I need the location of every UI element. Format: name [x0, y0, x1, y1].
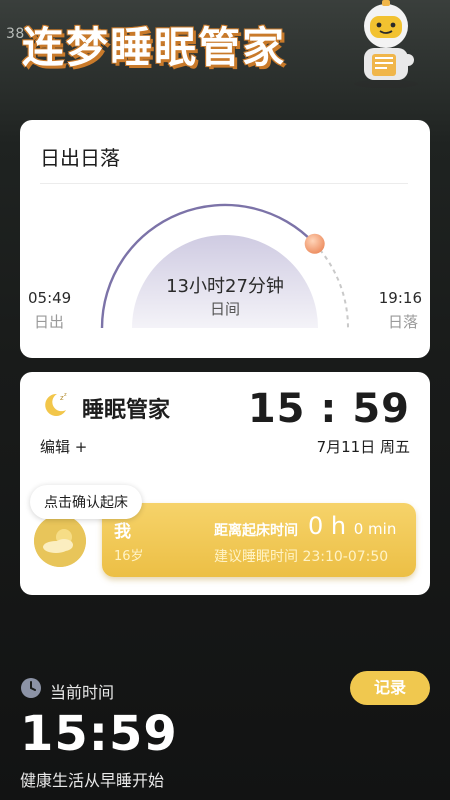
wake-countdown-value: 0 h 0 min	[308, 512, 396, 540]
edit-button[interactable]: 编辑 +	[40, 436, 87, 457]
current-time: 15:59	[20, 706, 178, 762]
wake-hours: 0 h	[308, 512, 347, 540]
sunset-label: 日落	[387, 313, 418, 331]
confirm-wake-button[interactable]: 点击确认起床	[30, 485, 142, 519]
day-length-label: 日间	[209, 300, 240, 318]
wake-minutes: 0 min	[353, 520, 397, 538]
sun-position-icon	[304, 233, 325, 254]
weather-avatar-icon[interactable]	[34, 515, 86, 567]
current-time-label: 当前时间	[50, 683, 115, 702]
clock-icon	[21, 678, 41, 698]
app-title: 连梦睡眠管家	[22, 23, 287, 72]
moon-icon: z z	[45, 392, 67, 416]
sunrise-time: 05:49	[28, 289, 72, 307]
sleep-manager-card: z z 睡眠管家 15 : 59 编辑 + 7月11日 周五 我 16岁 距离起…	[20, 372, 430, 595]
date-text: 7月11日 周五	[316, 438, 410, 456]
svg-text:z: z	[64, 392, 67, 398]
sun-arc-diagram	[100, 203, 349, 329]
user-sleep-banner[interactable]: 我 16岁 距离起床时间 0 h 0 min 建议睡眠时间 23:10-07:5…	[102, 503, 416, 577]
robot-mascot-icon	[354, 0, 418, 88]
bedtime-suggestion: 建议睡眠时间 23:10-07:50	[214, 549, 389, 565]
slogan: 健康生活从早睡开始	[20, 771, 165, 790]
day-length: 13小时27分钟	[166, 276, 284, 297]
wake-countdown-label: 距离起床时间	[214, 523, 298, 539]
record-button[interactable]: 记录	[350, 671, 430, 705]
user-age: 16岁	[114, 549, 144, 564]
sunrise-label: 日出	[34, 313, 65, 331]
sleep-card-title: 睡眠管家	[82, 398, 171, 423]
user-name: 我	[114, 522, 131, 542]
sleep-card-clock: 15 : 59	[247, 386, 410, 432]
sunset-time: 19:16	[378, 289, 422, 307]
sunrise-sunset-card: 日出日落 13小时27分钟 日间 05:49 日出 19:16 日落	[20, 120, 430, 358]
